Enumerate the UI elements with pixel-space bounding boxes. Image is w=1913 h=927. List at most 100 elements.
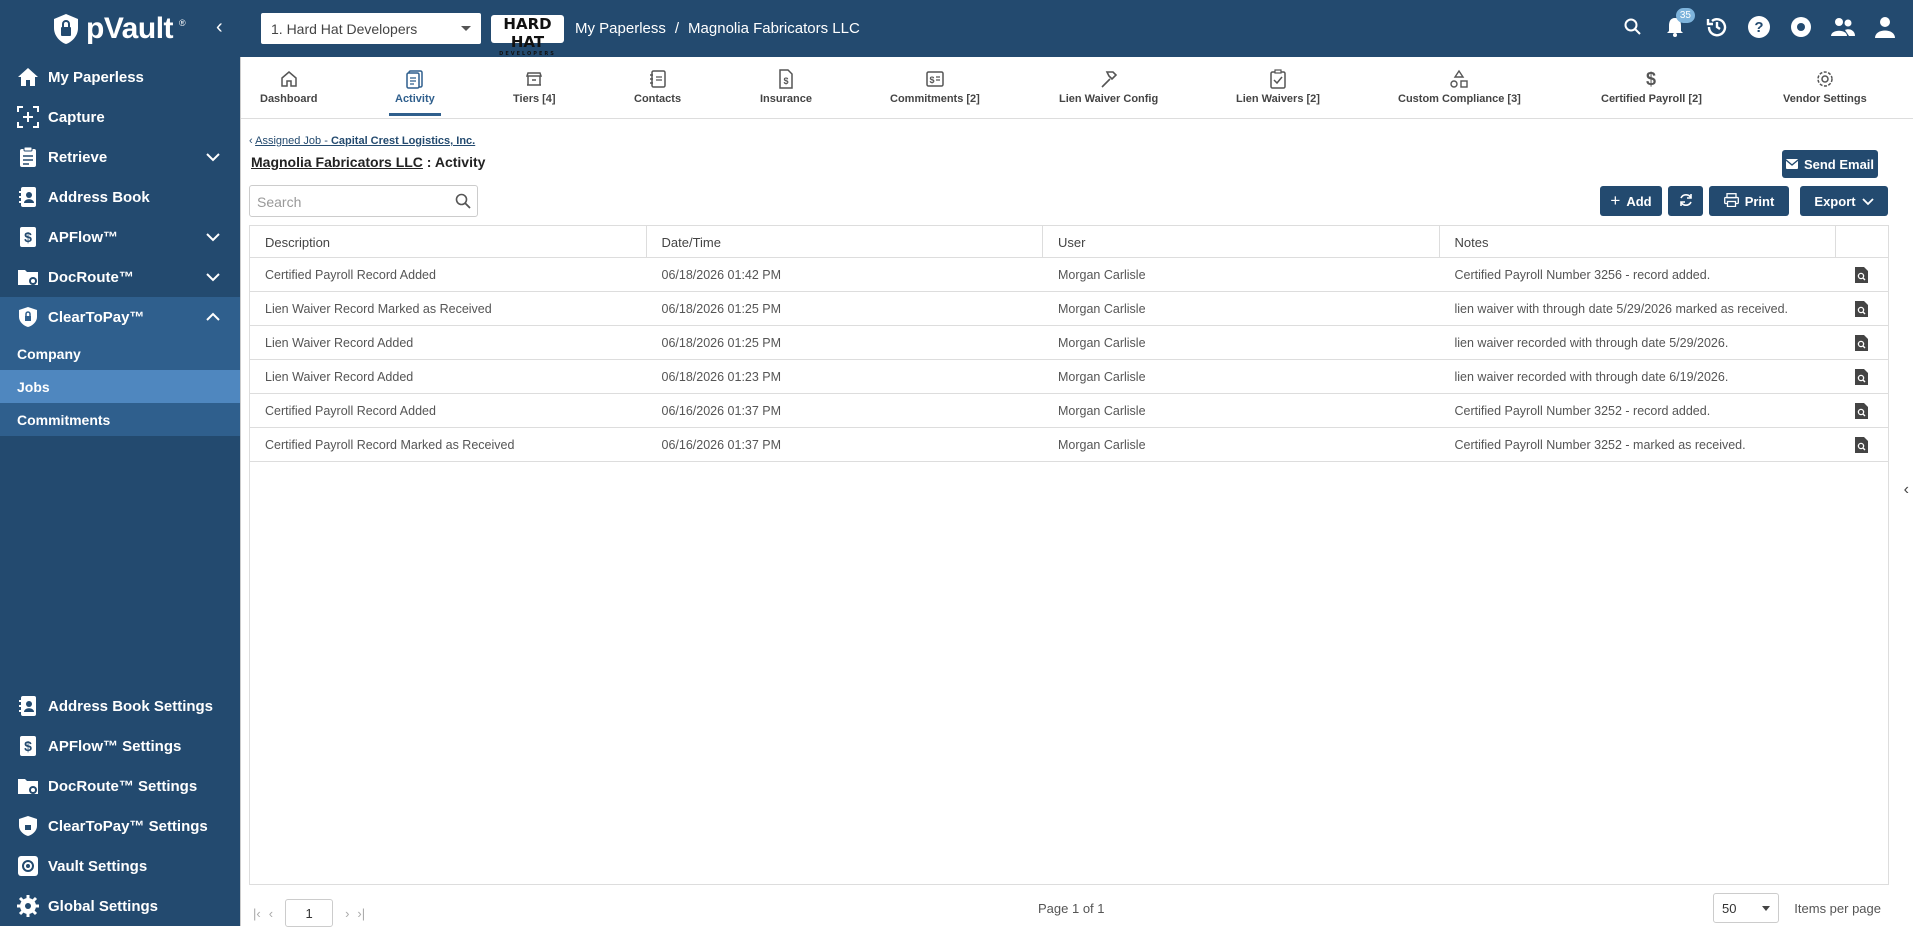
sidebar-item-label: Vault Settings [48, 857, 148, 875]
sidebar-item-my-paperless[interactable]: My Paperless [0, 57, 240, 97]
sidebar-item-address-book-settings[interactable]: Address Book Settings [0, 686, 240, 726]
view-document-icon[interactable] [1836, 334, 1888, 351]
table-row[interactable]: Certified Payroll Record Added 06/16/202… [250, 394, 1888, 428]
users-icon[interactable] [1829, 13, 1857, 41]
back-link-prefix: Assigned Job - [255, 135, 331, 147]
sidebar-item-docroute-settings[interactable]: DocRoute™ Settings [0, 766, 240, 806]
first-page-icon[interactable]: |‹ [253, 906, 261, 921]
sidebar-item-global-settings[interactable]: Global Settings [0, 886, 240, 926]
column-header-description[interactable]: Description [250, 226, 647, 257]
tab-activity[interactable]: Activity [389, 65, 441, 116]
view-document-icon[interactable] [1836, 436, 1888, 453]
cell-user: Morgan Carlisle [1058, 437, 1146, 452]
sidebar-item-label: Capture [48, 108, 105, 126]
sidebar-item-cleartopay-settings[interactable]: ClearToPay™ Settings [0, 806, 240, 846]
clipboard-icon [16, 145, 40, 169]
tab-label: Tiers [4] [513, 93, 556, 105]
settings-badge-icon[interactable] [1787, 13, 1815, 41]
tab-tiers[interactable]: Tiers [4] [513, 65, 556, 105]
items-per-page-select[interactable]: 50 [1713, 893, 1779, 923]
table-row[interactable]: Certified Payroll Record Marked as Recei… [250, 428, 1888, 462]
vendor-link[interactable]: Magnolia Fabricators LLC [251, 154, 423, 170]
contacts-icon [649, 65, 667, 93]
send-email-label: Send Email [1803, 156, 1875, 172]
pvault-logo[interactable]: pVault ® [52, 12, 186, 46]
refresh-button[interactable] [1668, 186, 1703, 216]
sidebar-item-retrieve[interactable]: Retrieve [0, 137, 240, 177]
caret-down-icon [461, 26, 471, 31]
sidebar-item-vault-settings[interactable]: Vault Settings [0, 846, 240, 886]
back-to-job-link[interactable]: ‹ Assigned Job - Capital Crest Logistics… [249, 135, 475, 147]
page-info: Page 1 of 1 [1038, 901, 1105, 916]
tab-certified-payroll[interactable]: $ Certified Payroll [2] [1601, 65, 1702, 105]
table-row[interactable]: Certified Payroll Record Added 06/18/202… [250, 258, 1888, 292]
prev-page-icon[interactable]: ‹ [269, 906, 273, 921]
column-header-notes[interactable]: Notes [1440, 226, 1836, 257]
tab-custom-compliance[interactable]: Custom Compliance [3] [1398, 65, 1521, 105]
cell-user: Morgan Carlisle [1058, 335, 1146, 350]
user-avatar-icon[interactable] [1871, 13, 1899, 41]
view-document-icon[interactable] [1836, 266, 1888, 283]
column-header-user[interactable]: User [1043, 226, 1440, 257]
pagination: |‹ ‹ 1 › ›| Page 1 of 1 50 Items per pag… [249, 893, 1889, 927]
help-icon[interactable]: ? [1745, 13, 1773, 41]
sidebar: My Paperless Capture Retrieve Address Bo… [0, 57, 240, 926]
breadcrumb-my-paperless[interactable]: My Paperless [575, 20, 666, 37]
sidebar-subitem-commitments[interactable]: Commitments [0, 403, 240, 436]
tab-label: Insurance [760, 93, 812, 105]
column-header-datetime[interactable]: Date/Time [647, 226, 1043, 257]
sidebar-item-address-book[interactable]: Address Book [0, 177, 240, 217]
history-icon[interactable] [1703, 13, 1731, 41]
search-input[interactable]: Search [249, 185, 478, 217]
next-page-icon[interactable]: › [345, 906, 349, 921]
company-select[interactable]: 1. Hard Hat Developers [261, 13, 481, 44]
send-email-button[interactable]: Send Email [1782, 150, 1878, 178]
table-row[interactable]: Lien Waiver Record Added 06/18/2026 01:2… [250, 326, 1888, 360]
view-document-icon[interactable] [1836, 402, 1888, 419]
insurance-icon: $ [778, 65, 794, 93]
print-button[interactable]: Print [1709, 186, 1789, 216]
collapse-sidebar-icon[interactable]: ‹ [216, 16, 223, 39]
tab-lien-waiver-config[interactable]: Lien Waiver Config [1059, 65, 1158, 105]
search-icon[interactable] [455, 193, 471, 212]
tab-label: Custom Compliance [3] [1398, 93, 1521, 105]
sidebar-item-label: DocRoute™ Settings [48, 777, 198, 795]
cell-user: Morgan Carlisle [1058, 267, 1146, 282]
search-icon[interactable] [1619, 13, 1647, 41]
add-button[interactable]: + Add [1600, 186, 1662, 216]
collapse-right-panel-icon[interactable]: ‹ [1904, 481, 1909, 499]
breadcrumb-vendor[interactable]: Magnolia Fabricators LLC [688, 20, 860, 37]
sidebar-item-docroute[interactable]: DocRoute™ [0, 257, 240, 297]
view-document-icon[interactable] [1836, 368, 1888, 385]
tab-dashboard[interactable]: Dashboard [260, 65, 317, 105]
table-row[interactable]: Lien Waiver Record Added 06/18/2026 01:2… [250, 360, 1888, 394]
tab-contacts[interactable]: Contacts [634, 65, 681, 105]
printer-icon [1723, 192, 1739, 210]
export-button[interactable]: Export [1800, 186, 1888, 216]
table-row[interactable]: Lien Waiver Record Marked as Received 06… [250, 292, 1888, 326]
assigned-job-link[interactable]: Assigned Job - Capital Crest Logistics, … [255, 135, 475, 147]
svg-text:$: $ [929, 75, 934, 85]
bell-icon[interactable]: 35 [1661, 8, 1695, 41]
sidebar-item-cleartopay[interactable]: ClearToPay™ [0, 297, 240, 337]
sidebar-item-label: APFlow™ Settings [48, 737, 182, 755]
cell-notes: Certified Payroll Number 3256 - record a… [1454, 267, 1711, 282]
svg-text:$: $ [24, 229, 32, 245]
sidebar-item-apflow-settings[interactable]: $ APFlow™ Settings [0, 726, 240, 766]
tab-commitments[interactable]: $ Commitments [2] [890, 65, 980, 105]
tiers-icon [525, 65, 543, 93]
cell-user: Morgan Carlisle [1058, 403, 1146, 418]
sidebar-subitem-jobs[interactable]: Jobs [0, 370, 240, 403]
page-number-input[interactable]: 1 [285, 899, 334, 927]
sidebar-item-capture[interactable]: Capture [0, 97, 240, 137]
tab-lien-waivers[interactable]: Lien Waivers [2] [1236, 65, 1320, 105]
last-page-icon[interactable]: ›| [357, 906, 365, 921]
hammer-icon [1099, 65, 1119, 93]
cell-datetime: 06/18/2026 01:42 PM [661, 267, 782, 282]
commitments-icon: $ [925, 65, 945, 93]
view-document-icon[interactable] [1836, 300, 1888, 317]
sidebar-item-apflow[interactable]: $ APFlow™ [0, 217, 240, 257]
tab-vendor-settings[interactable]: Vendor Settings [1783, 65, 1867, 105]
tab-insurance[interactable]: $ Insurance [760, 65, 812, 105]
sidebar-subitem-company[interactable]: Company [0, 337, 240, 370]
